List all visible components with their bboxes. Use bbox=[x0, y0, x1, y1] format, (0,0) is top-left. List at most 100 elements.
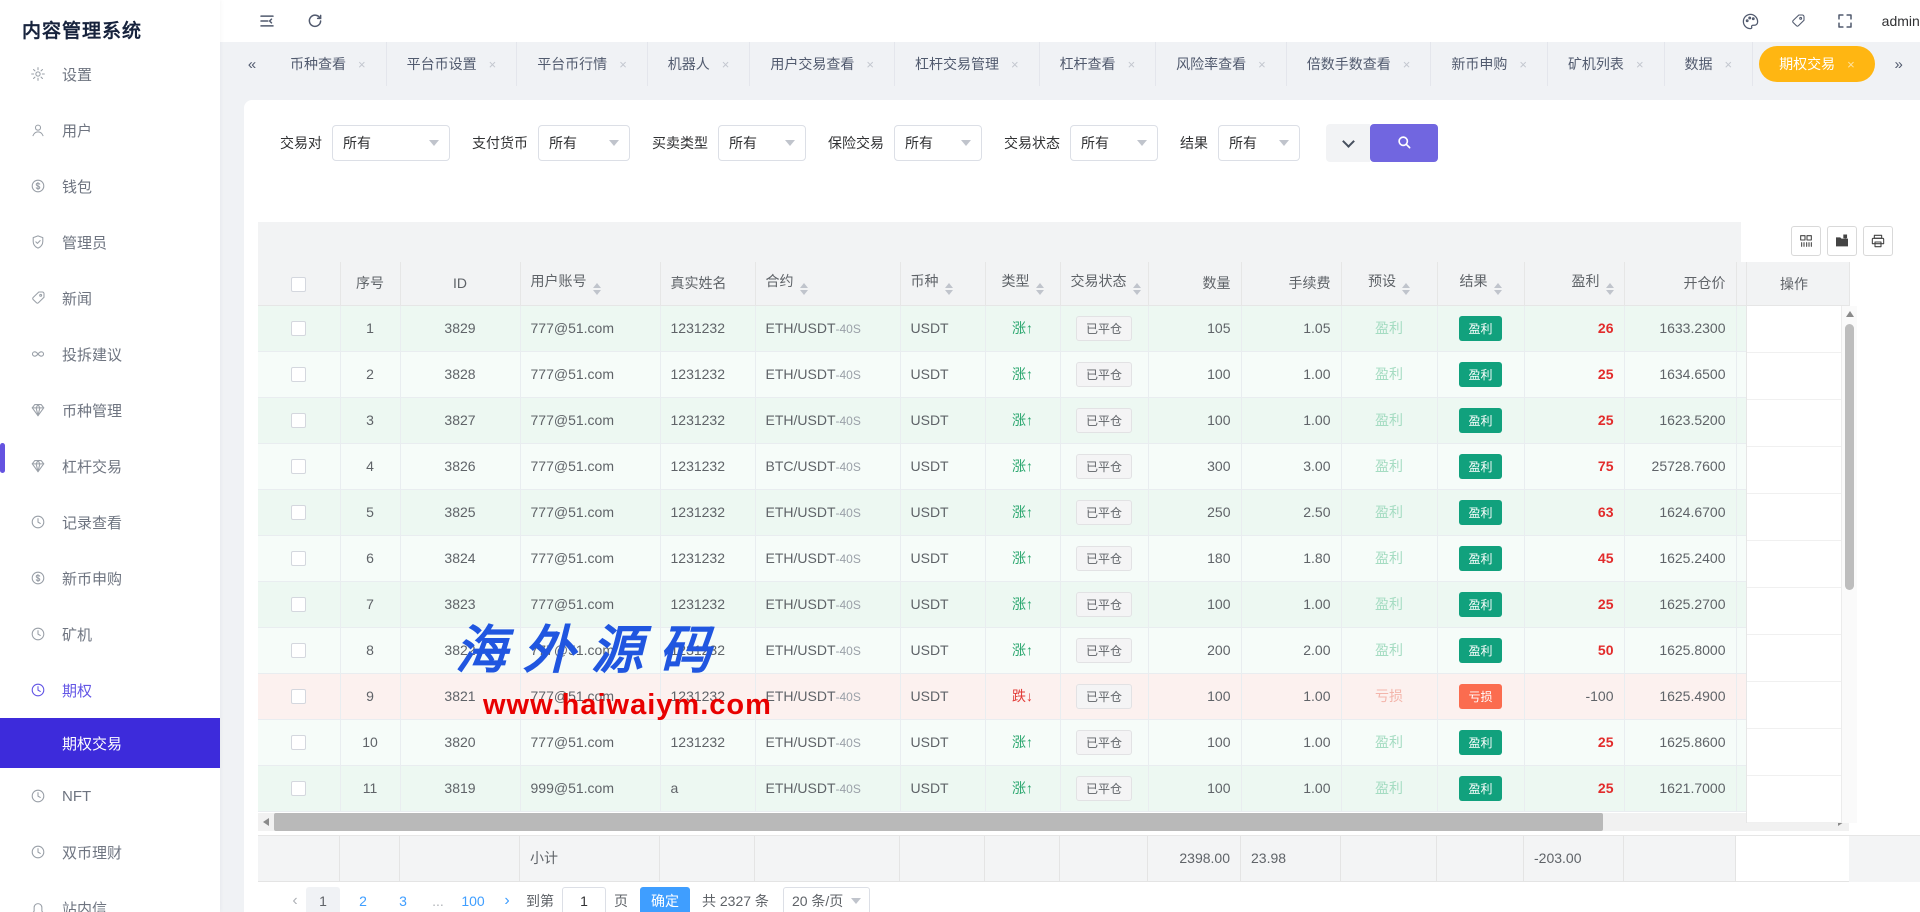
export-button[interactable] bbox=[1827, 226, 1857, 256]
row-checkbox[interactable] bbox=[291, 735, 306, 750]
sort-icon[interactable] bbox=[1133, 283, 1141, 295]
tab-2[interactable]: 平台币行情× bbox=[517, 42, 648, 86]
sidebar-item-15[interactable]: 站内信 bbox=[0, 880, 220, 912]
menu-fold-icon[interactable] bbox=[258, 12, 276, 30]
tab-11[interactable]: 数据× bbox=[1665, 42, 1754, 86]
tab-12[interactable]: 期权交易× bbox=[1759, 46, 1875, 82]
col-header-profit[interactable]: 盈利 bbox=[1524, 262, 1624, 305]
page-button-1[interactable]: 1 bbox=[306, 887, 340, 912]
sidebar-subitem-12[interactable]: 期权交易 bbox=[0, 718, 220, 768]
cell-preset: 盈利 bbox=[1341, 305, 1437, 351]
row-checkbox[interactable] bbox=[291, 505, 306, 520]
col-header-coin[interactable]: 币种 bbox=[900, 262, 985, 305]
select-all-checkbox[interactable] bbox=[291, 277, 306, 292]
tabs-scroll-right-button[interactable]: » bbox=[1881, 56, 1917, 73]
sidebar-item-9[interactable]: 新币申购 bbox=[0, 550, 220, 606]
filter-select-0[interactable]: 所有 bbox=[332, 125, 450, 161]
row-checkbox[interactable] bbox=[291, 551, 306, 566]
page-button-2[interactable]: 2 bbox=[346, 887, 380, 912]
sort-icon[interactable] bbox=[945, 283, 953, 295]
col-header-contract[interactable]: 合约 bbox=[755, 262, 900, 305]
tab-8[interactable]: 倍数手数查看× bbox=[1287, 42, 1432, 86]
row-checkbox[interactable] bbox=[291, 321, 306, 336]
page-size-select[interactable]: 20 条/页 bbox=[783, 887, 870, 912]
col-header-preset[interactable]: 预设 bbox=[1341, 262, 1437, 305]
tab-4[interactable]: 用户交易查看× bbox=[750, 42, 895, 86]
sidebar-scrollbar[interactable] bbox=[0, 443, 5, 473]
row-checkbox[interactable] bbox=[291, 643, 306, 658]
fullscreen-icon[interactable] bbox=[1836, 12, 1854, 30]
next-page-button[interactable]: › bbox=[496, 892, 518, 910]
tab-7[interactable]: 风险率查看× bbox=[1156, 42, 1287, 86]
cell-qty: 100 bbox=[1148, 581, 1241, 627]
sidebar-item-0[interactable]: 设置 bbox=[0, 46, 220, 102]
row-checkbox[interactable] bbox=[291, 689, 306, 704]
page-jump-input[interactable]: 1 bbox=[562, 887, 606, 912]
filter-select-5[interactable]: 所有 bbox=[1218, 125, 1300, 161]
tabs-scroll-left-button[interactable]: « bbox=[234, 56, 270, 73]
scroll-left-icon[interactable] bbox=[258, 813, 274, 831]
row-checkbox[interactable] bbox=[291, 781, 306, 796]
filter-select-2[interactable]: 所有 bbox=[718, 125, 806, 161]
sidebar-item-11[interactable]: 期权 bbox=[0, 662, 220, 718]
cell-value: 1231232 bbox=[671, 504, 726, 520]
user-menu[interactable]: admin ▼ bbox=[1882, 13, 1920, 29]
row-checkbox[interactable] bbox=[291, 459, 306, 474]
refresh-icon[interactable] bbox=[306, 12, 324, 30]
cell-value: 11 bbox=[363, 780, 378, 796]
sidebar-item-4[interactable]: 新闻 bbox=[0, 270, 220, 326]
sidebar-item-8[interactable]: 记录查看 bbox=[0, 494, 220, 550]
tag-icon[interactable] bbox=[1790, 13, 1806, 29]
print-button[interactable] bbox=[1863, 226, 1893, 256]
prev-page-button[interactable]: ‹ bbox=[284, 892, 306, 910]
cell-qty: 100 bbox=[1148, 397, 1241, 443]
sort-icon[interactable] bbox=[800, 283, 808, 295]
tab-9[interactable]: 新币申购× bbox=[1431, 42, 1548, 86]
tab-10[interactable]: 矿机列表× bbox=[1548, 42, 1665, 86]
filter-select-4[interactable]: 所有 bbox=[1070, 125, 1158, 161]
sidebar-item-10[interactable]: 矿机 bbox=[0, 606, 220, 662]
cell-value: 3827 bbox=[444, 412, 475, 428]
col-header-result[interactable]: 结果 bbox=[1437, 262, 1524, 305]
jump-confirm-button[interactable]: 确定 bbox=[640, 887, 690, 912]
tab-1[interactable]: 平台币设置× bbox=[387, 42, 518, 86]
table-vertical-scrollbar[interactable] bbox=[1841, 306, 1857, 823]
sidebar-item-3[interactable]: 管理员 bbox=[0, 214, 220, 270]
filter-select-3[interactable]: 所有 bbox=[894, 125, 982, 161]
sort-icon[interactable] bbox=[1494, 283, 1502, 295]
row-checkbox[interactable] bbox=[291, 597, 306, 612]
sidebar-item-5[interactable]: 投拆建议 bbox=[0, 326, 220, 382]
tab-5[interactable]: 杠杆交易管理× bbox=[895, 42, 1040, 86]
col-header-type[interactable]: 类型 bbox=[985, 262, 1060, 305]
sidebar-item-6[interactable]: 币种管理 bbox=[0, 382, 220, 438]
horizontal-scroll-thumb[interactable] bbox=[274, 813, 1603, 831]
search-button[interactable] bbox=[1370, 124, 1438, 162]
page-button-3[interactable]: 3 bbox=[386, 887, 420, 912]
sort-icon[interactable] bbox=[1402, 283, 1410, 295]
palette-icon[interactable] bbox=[1741, 12, 1760, 31]
sidebar-item-13[interactable]: NFT bbox=[0, 768, 220, 824]
row-checkbox[interactable] bbox=[291, 367, 306, 382]
sort-icon[interactable] bbox=[1036, 283, 1044, 295]
table-horizontal-scrollbar[interactable] bbox=[258, 813, 1849, 831]
sidebar-item-2[interactable]: 钱包 bbox=[0, 158, 220, 214]
columns-toggle-button[interactable] bbox=[1791, 226, 1821, 256]
row-checkbox[interactable] bbox=[291, 413, 306, 428]
sidebar-item-7[interactable]: 杠杆交易 bbox=[0, 438, 220, 494]
dollar-circle-icon bbox=[30, 570, 47, 587]
filter-expand-button[interactable] bbox=[1326, 124, 1370, 162]
tab-6[interactable]: 杠杆查看× bbox=[1040, 42, 1157, 86]
sidebar-item-1[interactable]: 用户 bbox=[0, 102, 220, 158]
cell-index: 5 bbox=[340, 489, 400, 535]
sort-icon[interactable] bbox=[1606, 283, 1614, 295]
sidebar-item-14[interactable]: 双币理财 bbox=[0, 824, 220, 880]
col-header-status[interactable]: 交易状态 bbox=[1060, 262, 1148, 305]
tab-0[interactable]: 币种查看× bbox=[270, 42, 387, 86]
tab-3[interactable]: 机器人× bbox=[648, 42, 751, 86]
page-button-100[interactable]: 100 bbox=[456, 887, 490, 912]
select-all-header[interactable] bbox=[258, 262, 340, 305]
col-header-account[interactable]: 用户账号 bbox=[520, 262, 660, 305]
vertical-scroll-thumb[interactable] bbox=[1845, 324, 1854, 590]
filter-select-1[interactable]: 所有 bbox=[538, 125, 630, 161]
sort-icon[interactable] bbox=[593, 283, 601, 295]
